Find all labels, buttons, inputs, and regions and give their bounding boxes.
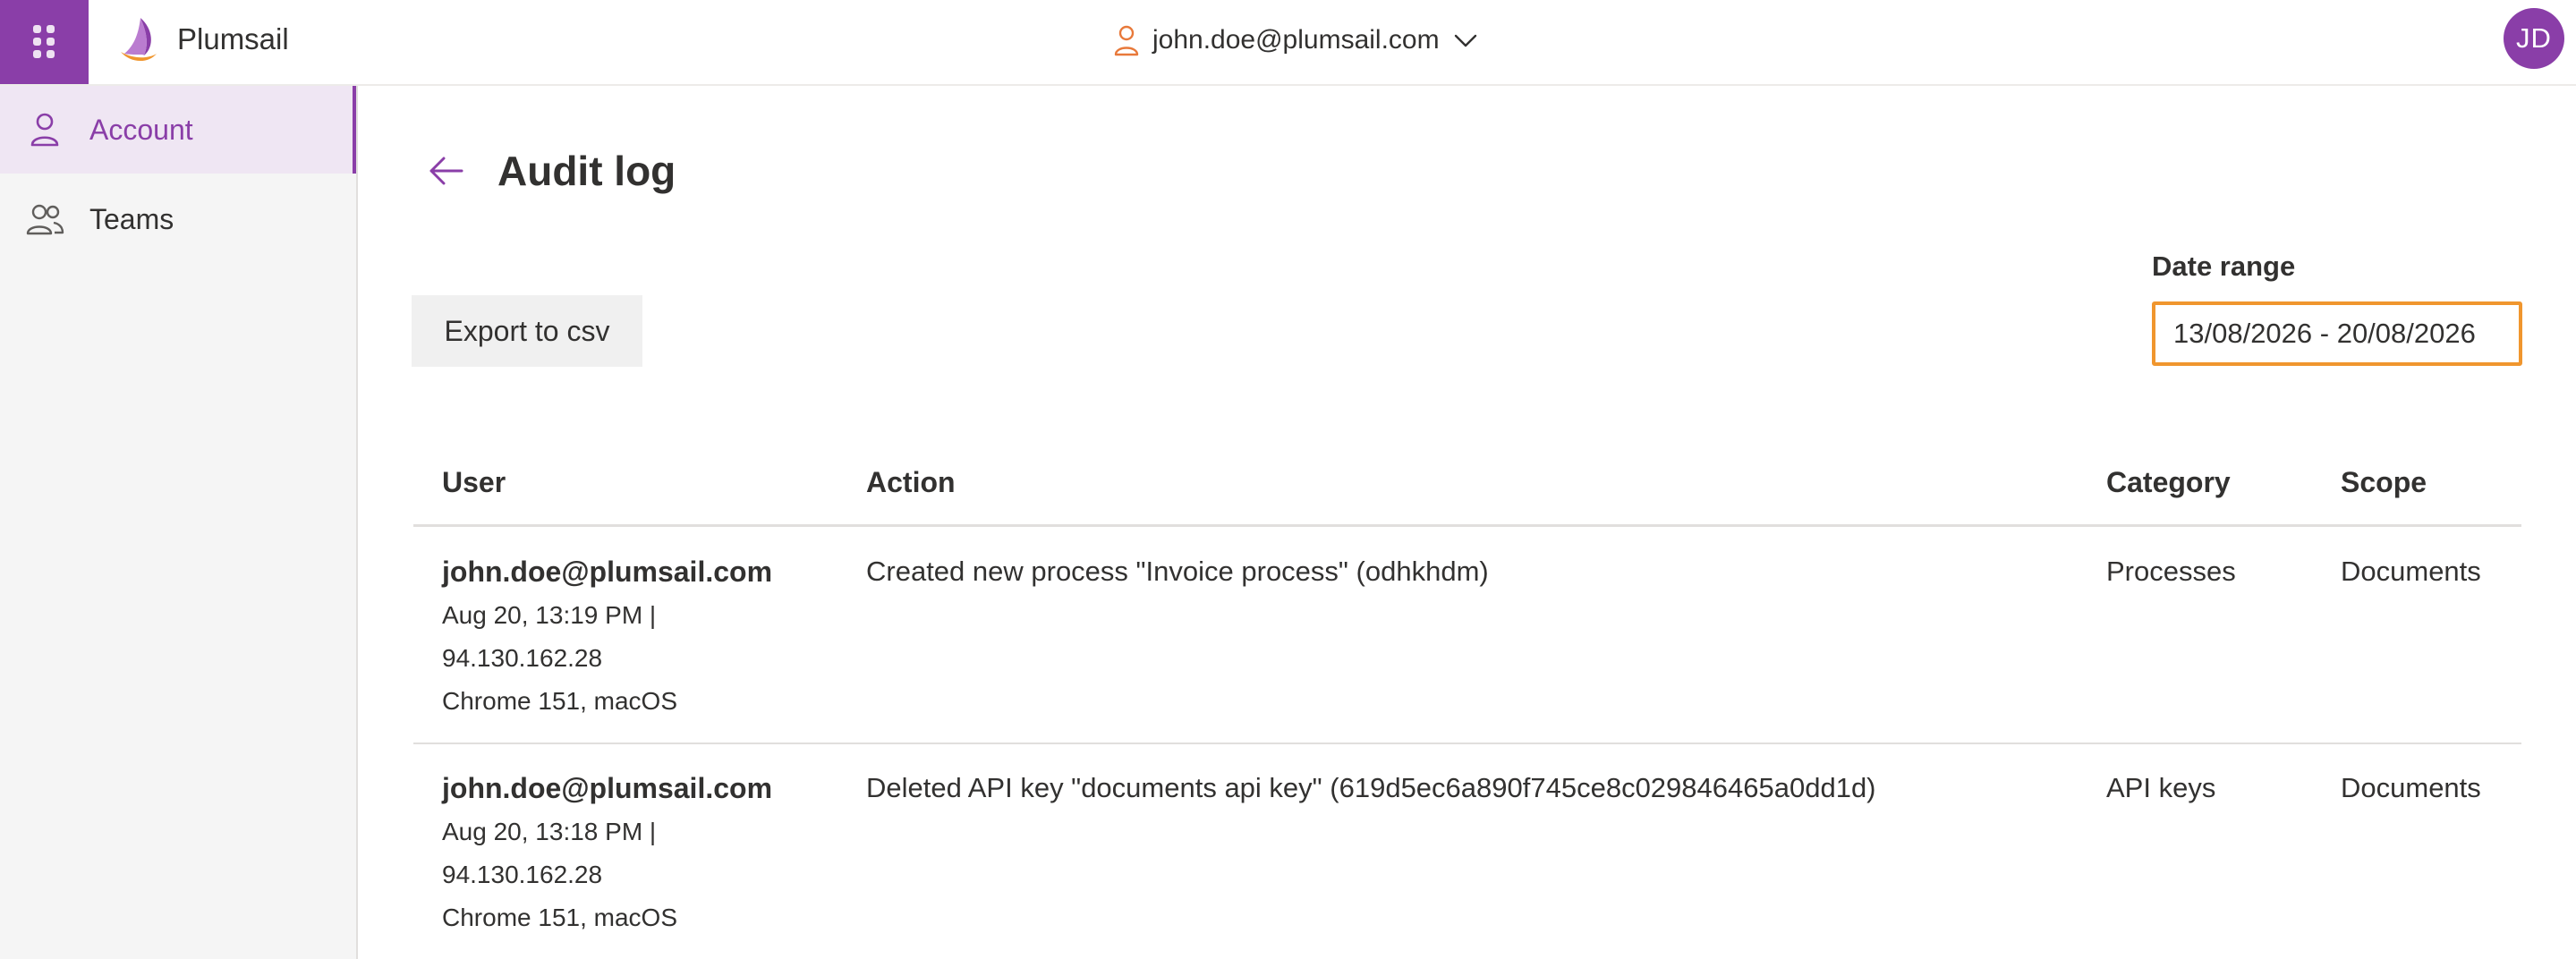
sidebar-item-teams[interactable]: Teams <box>0 175 356 263</box>
user-email: john.doe@plumsail.com <box>1152 25 1440 55</box>
top-bar: Plumsail john.doe@plumsail.com JD <box>0 0 2576 86</box>
avatar[interactable]: JD <box>2504 8 2564 69</box>
row-user-agent: Chrome 151, macOS <box>442 904 677 931</box>
sidebar-item-label: Account <box>89 114 193 146</box>
sidebar-item-account[interactable]: Account <box>0 86 356 174</box>
waffle-icon <box>32 25 55 58</box>
row-user-email: john.doe@plumsail.com <box>442 556 773 588</box>
back-arrow-icon[interactable] <box>426 150 467 191</box>
people-icon <box>26 204 64 235</box>
sidebar: Account Teams <box>0 86 358 959</box>
plumsail-logo-icon <box>121 18 157 62</box>
person-icon <box>30 113 59 147</box>
row-ip-address: 94.130.162.28 <box>442 644 603 672</box>
chevron-down-icon <box>1454 34 1476 47</box>
brand-name: Plumsail <box>177 22 289 55</box>
app-launcher-button[interactable] <box>0 0 89 84</box>
page-title: Audit log <box>497 148 676 194</box>
row-category: Processes <box>2106 556 2236 587</box>
row-divider <box>413 743 2521 744</box>
row-ip-address: 94.130.162.28 <box>442 861 603 888</box>
sidebar-item-label: Teams <box>89 203 174 235</box>
table-header-divider <box>413 524 2521 527</box>
export-csv-button[interactable]: Export to csv <box>412 295 642 367</box>
row-user-email: john.doe@plumsail.com <box>442 772 773 804</box>
row-scope: Documents <box>2341 556 2481 587</box>
user-icon <box>1114 25 1139 56</box>
row-action: Deleted API key "documents api key" (619… <box>866 772 1876 803</box>
date-range-input[interactable] <box>2152 301 2522 366</box>
date-range-label: Date range <box>2152 250 2296 282</box>
row-timestamp: Aug 20, 13:19 PM | <box>442 601 657 629</box>
column-header-user: User <box>442 466 506 498</box>
row-category: API keys <box>2106 772 2216 803</box>
row-scope: Documents <box>2341 772 2481 803</box>
row-timestamp: Aug 20, 13:18 PM | <box>442 818 657 845</box>
row-user-agent: Chrome 151, macOS <box>442 687 677 715</box>
user-account-menu[interactable]: john.doe@plumsail.com <box>1113 18 1479 63</box>
column-header-scope: Scope <box>2341 466 2427 498</box>
column-header-action: Action <box>866 466 956 498</box>
column-header-category: Category <box>2106 466 2231 498</box>
row-action: Created new process "Invoice process" (o… <box>866 556 1489 587</box>
